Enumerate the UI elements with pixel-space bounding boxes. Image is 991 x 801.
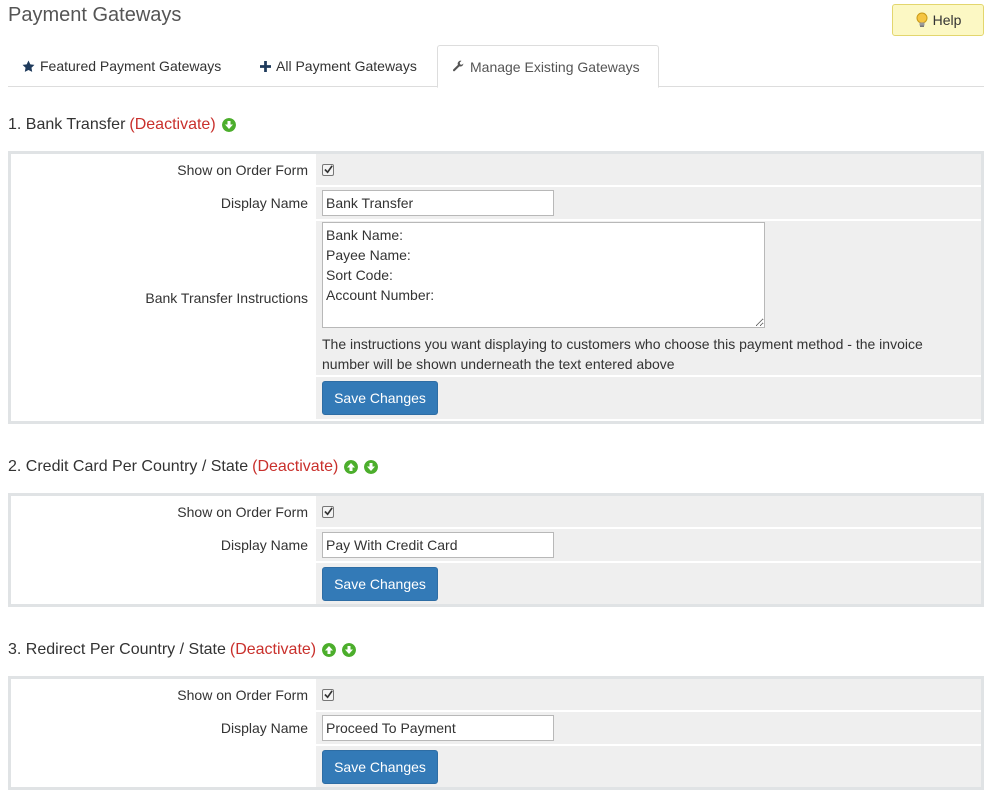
save-changes-button[interactable]: Save Changes [322,381,438,415]
instructions-cell: Bank Name: Payee Name: Sort Code: Accoun… [316,221,981,375]
display-name-input[interactable] [322,715,554,741]
wrench-icon [452,60,464,72]
show-on-order-form-label: Show on Order Form [11,496,316,527]
display-name-row: Display Name [11,185,981,219]
instructions-label: Bank Transfer Instructions [11,221,316,375]
save-row: Save Changes [11,561,981,604]
gateway-panel-bank-transfer: Show on Order Form Display Name Bank Tra… [8,151,984,424]
gateway-heading-credit-card: 2. Credit Card Per Country / State (Deac… [8,458,379,476]
instructions-textarea[interactable]: Bank Name: Payee Name: Sort Code: Accoun… [322,222,765,328]
save-row-cell: Save Changes [316,746,981,787]
show-on-order-form-label: Show on Order Form [11,679,316,710]
move-down-icon[interactable] [221,118,236,132]
save-row-label [11,377,316,419]
display-name-row: Display Name [11,527,981,561]
checkmark-icon [323,507,333,516]
checkmark-icon [323,690,333,699]
page-title: Payment Gateways [8,4,182,26]
tab-manage-existing-gateways[interactable]: Manage Existing Gateways [437,45,659,88]
show-on-order-form-cell [316,496,981,527]
star-icon [22,60,35,72]
show-on-order-form-checkbox[interactable] [322,688,334,701]
gateway-title: 3. Redirect Per Country / State [8,641,226,658]
display-name-label: Display Name [11,712,316,744]
tab-label: All Payment Gateways [276,58,417,74]
show-on-order-form-checkbox[interactable] [322,163,334,176]
save-row-label [11,746,316,787]
deactivate-link[interactable]: (Deactivate) [129,116,215,134]
lightbulb-icon [916,12,928,27]
show-on-order-form-checkbox[interactable] [322,505,334,518]
show-on-order-form-row: Show on Order Form [11,496,981,527]
show-on-order-form-label: Show on Order Form [11,154,316,185]
display-name-cell [316,529,981,561]
tab-label: Featured Payment Gateways [40,58,222,74]
deactivate-link[interactable]: (Deactivate) [230,641,316,659]
tab-all-payment-gateways[interactable]: All Payment Gateways [246,45,431,87]
show-on-order-form-row: Show on Order Form [11,154,981,185]
save-row-cell: Save Changes [316,563,981,604]
checkmark-icon [323,165,333,174]
gateway-title: 1. Bank Transfer [8,116,126,133]
save-row-label [11,563,316,604]
save-changes-button[interactable]: Save Changes [322,749,438,784]
display-name-input[interactable] [322,532,554,558]
move-up-icon[interactable] [322,643,337,657]
move-down-icon[interactable] [342,643,357,657]
gateway-panel-redirect: Show on Order Form Display Name Save Cha… [8,676,984,790]
tab-featured-payment-gateways[interactable]: Featured Payment Gateways [8,45,235,87]
display-name-cell [316,187,981,219]
gateway-panel-credit-card: Show on Order Form Display Name Save Cha… [8,493,984,607]
help-button[interactable]: Help [892,4,984,36]
plus-icon [260,60,271,72]
deactivate-link[interactable]: (Deactivate) [252,458,338,476]
save-row: Save Changes [11,744,981,787]
tab-bar: Featured Payment Gateways All Payment Ga… [8,45,984,88]
gateway-heading-redirect: 3. Redirect Per Country / State (Deactiv… [8,641,357,659]
display-name-label: Display Name [11,529,316,561]
instructions-help-text: The instructions you want displaying to … [322,336,923,372]
instructions-row: Bank Transfer Instructions Bank Name: Pa… [11,219,981,375]
display-name-cell [316,712,981,744]
help-label: Help [932,12,962,28]
show-on-order-form-row: Show on Order Form [11,679,981,710]
move-up-icon[interactable] [344,460,359,474]
show-on-order-form-cell [316,154,981,185]
move-down-icon[interactable] [364,460,379,474]
save-changes-button[interactable]: Save Changes [322,566,438,601]
save-row: Save Changes [11,375,981,419]
tab-label: Manage Existing Gateways [470,58,640,75]
gateway-title: 2. Credit Card Per Country / State [8,458,249,475]
display-name-row: Display Name [11,710,981,744]
display-name-label: Display Name [11,187,316,219]
show-on-order-form-cell [316,679,981,710]
gateway-heading-bank-transfer: 1. Bank Transfer (Deactivate) [8,116,236,134]
display-name-input[interactable] [322,190,554,216]
save-row-cell: Save Changes [316,377,981,419]
